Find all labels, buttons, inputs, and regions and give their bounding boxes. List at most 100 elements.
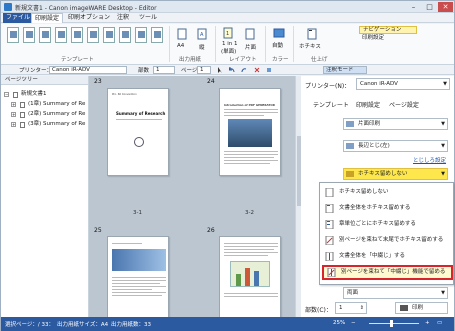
select-icon[interactable] bbox=[217, 67, 223, 73]
menu-print-settings[interactable]: 印刷設定 bbox=[31, 13, 64, 23]
finishing-select[interactable]: 両面 ▼ bbox=[343, 287, 448, 299]
page-number: 23 bbox=[94, 78, 102, 85]
undo-icon[interactable] bbox=[228, 66, 235, 73]
tab-print-settings[interactable]: 印刷設定 bbox=[356, 100, 380, 109]
printer-select[interactable]: Canon iR-ADV bbox=[49, 66, 127, 74]
minimize-button[interactable]: – bbox=[406, 2, 421, 12]
zoom-in-icon[interactable]: + bbox=[425, 320, 430, 326]
chevron-down-icon: ▼ bbox=[441, 290, 445, 296]
copies-spinner[interactable]: 1 ⇕ bbox=[335, 302, 367, 314]
separator bbox=[293, 26, 294, 62]
separator bbox=[169, 26, 170, 62]
zoom-out-icon[interactable]: − bbox=[351, 320, 356, 326]
copies-input[interactable]: 1 bbox=[153, 66, 175, 74]
panel-printer-value: Canon iR-ADV bbox=[360, 81, 398, 87]
tab-page-settings[interactable]: ページ設定 bbox=[389, 100, 419, 109]
duplex-icon bbox=[346, 121, 354, 127]
expand-icon[interactable]: + bbox=[11, 102, 16, 107]
duplex-label[interactable]: 片面 bbox=[245, 43, 256, 51]
orientation-icon[interactable]: A bbox=[197, 28, 207, 42]
template-thumb-3[interactable] bbox=[39, 27, 51, 43]
menu-annotation[interactable]: 注釈 bbox=[114, 13, 132, 23]
group-label-layout: レイアウト bbox=[229, 57, 257, 63]
chevron-down-icon: ▼ bbox=[441, 121, 445, 127]
expand-icon[interactable]: + bbox=[11, 112, 16, 117]
page-label: ページ bbox=[181, 68, 198, 74]
page-thumbnail-area[interactable]: 23 24 Pro. 60 Convention Summary of Rese… bbox=[89, 76, 301, 324]
panel-printer-select[interactable]: Canon iR-ADV ▼ bbox=[356, 78, 450, 90]
svg-text:1: 1 bbox=[226, 31, 229, 37]
menu-file[interactable]: ファイル bbox=[3, 13, 34, 23]
nup-icon[interactable]: 1 bbox=[223, 27, 233, 41]
dropdown-item-saddle-separate[interactable]: 別ページを束ねて「中綴じ」機能で留める bbox=[322, 265, 453, 280]
dropdown-item-saddle-stitch[interactable]: 文書全体を「中綴じ」する bbox=[322, 249, 453, 264]
dropdown-item-staple-separate[interactable]: 別ページを束ねて末尾でホチキス留めする bbox=[322, 233, 453, 248]
page-number: 24 bbox=[207, 78, 215, 85]
expand-icon[interactable]: + bbox=[11, 122, 16, 127]
paper-size-label[interactable]: A4 bbox=[177, 43, 184, 49]
print-button[interactable]: 印刷 bbox=[395, 302, 448, 314]
move-icon[interactable] bbox=[266, 67, 272, 73]
staple-label[interactable]: ホチキス bbox=[299, 42, 321, 50]
page-header-text: Pro. 60 Convention bbox=[112, 93, 137, 96]
zoom-slider-thumb[interactable] bbox=[390, 320, 393, 327]
binding-select[interactable]: 長辺とじ(左) ▼ bbox=[343, 140, 448, 152]
photo-image bbox=[228, 119, 272, 147]
duplex-value: 片面印刷 bbox=[358, 121, 381, 127]
status-total-pages: 出力用紙数：33 bbox=[111, 322, 151, 328]
fit-page-icon[interactable]: ▭ bbox=[437, 320, 442, 326]
dropdown-item-label: 文書全体をホチキス留めする bbox=[339, 205, 411, 211]
dropdown-item-staple-all[interactable]: 文書全体をホチキス留めする bbox=[322, 201, 453, 216]
chevron-down-icon: ▼ bbox=[443, 81, 447, 87]
template-thumb-5[interactable] bbox=[71, 27, 83, 43]
duplex-icon[interactable] bbox=[245, 28, 255, 42]
document-icon bbox=[13, 92, 18, 98]
separator bbox=[215, 26, 216, 62]
duplex-select[interactable]: 片面印刷 ▼ bbox=[343, 118, 448, 130]
binding-margin-link[interactable]: とじしろ設定 bbox=[413, 156, 446, 164]
tree-item[interactable]: + (1章) Summary of Re bbox=[1, 100, 89, 109]
page-input[interactable]: 1 bbox=[197, 66, 211, 74]
page-thumbnail[interactable] bbox=[219, 236, 281, 324]
template-thumb-7[interactable] bbox=[103, 27, 115, 43]
tree-item[interactable]: + (3章) Summary of Re bbox=[1, 120, 89, 129]
tree-item[interactable]: + (2章) Summary of Re bbox=[1, 110, 89, 119]
zoom-slider[interactable] bbox=[369, 323, 419, 324]
tree-root[interactable]: − 新規文書1 bbox=[1, 90, 89, 99]
annotation-mode-button[interactable]: 注釈モード bbox=[323, 66, 367, 74]
page-thumbnail[interactable] bbox=[107, 236, 169, 324]
close-button[interactable]: ✕ bbox=[438, 2, 453, 12]
template-thumb-2[interactable] bbox=[23, 27, 35, 43]
staple-select[interactable]: ホチキス留めしない ▼ bbox=[343, 168, 448, 180]
delete-icon[interactable] bbox=[254, 67, 260, 73]
dropdown-item-label: 別ページを束ねて「中綴じ」機能で留める bbox=[341, 269, 446, 275]
collapse-icon[interactable]: − bbox=[4, 92, 9, 97]
dropdown-item-staple-chapter[interactable]: 章単位ごとにホチキス留めする bbox=[322, 217, 453, 232]
template-thumb-10[interactable] bbox=[151, 27, 163, 43]
color-mode-label[interactable]: 自動 bbox=[272, 41, 283, 49]
tab-template[interactable]: テンプレート bbox=[313, 100, 349, 109]
maximize-button[interactable]: □ bbox=[422, 2, 437, 12]
menu-tools[interactable]: ツール bbox=[136, 13, 160, 23]
orientation-label[interactable]: 縦 bbox=[199, 43, 205, 51]
template-thumb-8[interactable] bbox=[119, 27, 131, 43]
staple-dropdown-menu: ホチキス留めしない 文書全体をホチキス留めする 章単位ごとにホチキス留めする 別… bbox=[319, 182, 454, 285]
dropdown-item-no-staple[interactable]: ホチキス留めしない bbox=[322, 185, 453, 200]
template-thumb-4[interactable] bbox=[55, 27, 67, 43]
spinner-icon[interactable]: ⇕ bbox=[360, 303, 364, 313]
color-mode-icon[interactable] bbox=[273, 28, 285, 40]
group-label-template: テンプレート bbox=[61, 57, 94, 63]
page-thumbnail[interactable]: Pro. 60 Convention Summary of Research bbox=[107, 88, 169, 176]
tree-item-label: (1章) Summary of Re bbox=[28, 101, 86, 107]
staple-icon[interactable] bbox=[306, 28, 318, 42]
redo-icon[interactable] bbox=[241, 67, 247, 73]
template-thumb-6[interactable] bbox=[87, 27, 99, 43]
template-thumb-1[interactable] bbox=[7, 27, 19, 43]
page-title-text: Introduction of PDF GENERATOR bbox=[224, 103, 275, 107]
page-thumbnail[interactable]: Introduction of PDF GENERATOR bbox=[219, 88, 281, 176]
navigation-button[interactable]: ナビゲーション bbox=[359, 26, 417, 34]
menu-print-options[interactable]: 印刷オプション bbox=[65, 13, 113, 23]
print-settings-button[interactable]: 印刷設定 bbox=[359, 35, 417, 43]
template-thumb-9[interactable] bbox=[135, 27, 147, 43]
paper-size-icon[interactable] bbox=[177, 28, 187, 42]
